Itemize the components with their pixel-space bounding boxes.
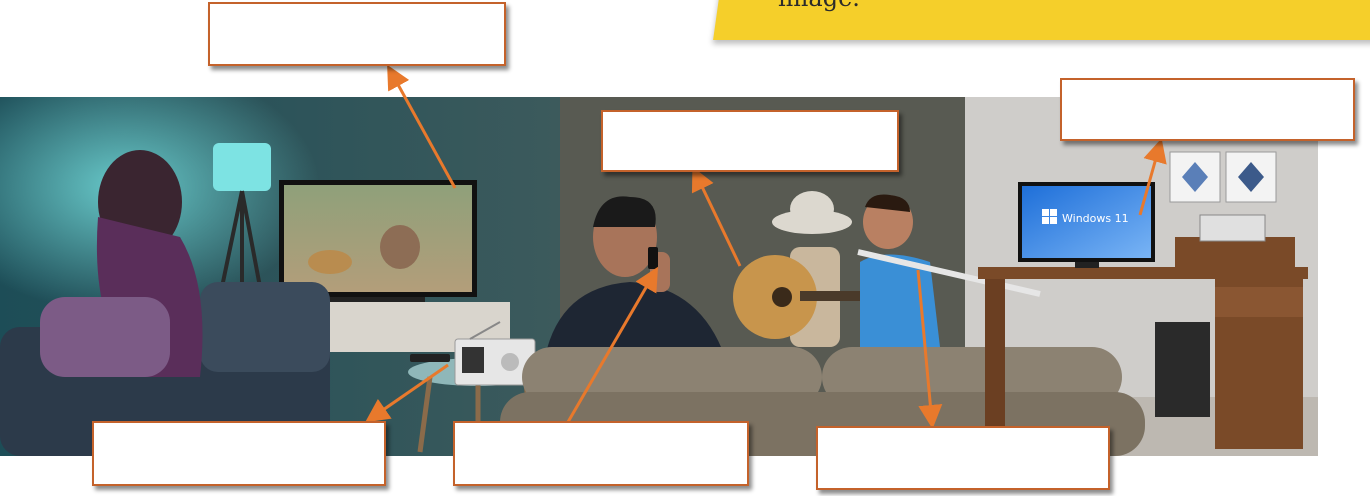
label-box-guitar[interactable] (601, 110, 899, 172)
arrow-radio (365, 363, 449, 423)
label-box-phone[interactable] (453, 421, 749, 486)
diagram-stage: image. (0, 0, 1370, 496)
arrow-computer (1138, 138, 1167, 216)
label-box-computer[interactable] (1060, 78, 1355, 141)
label-box-flute[interactable] (816, 426, 1110, 490)
label-box-radio[interactable] (92, 421, 386, 486)
arrow-flute (916, 269, 943, 429)
arrow-tv (387, 64, 457, 189)
label-box-tv[interactable] (208, 2, 506, 66)
arrow-guitar (691, 166, 742, 267)
arrow-phone (566, 266, 659, 423)
